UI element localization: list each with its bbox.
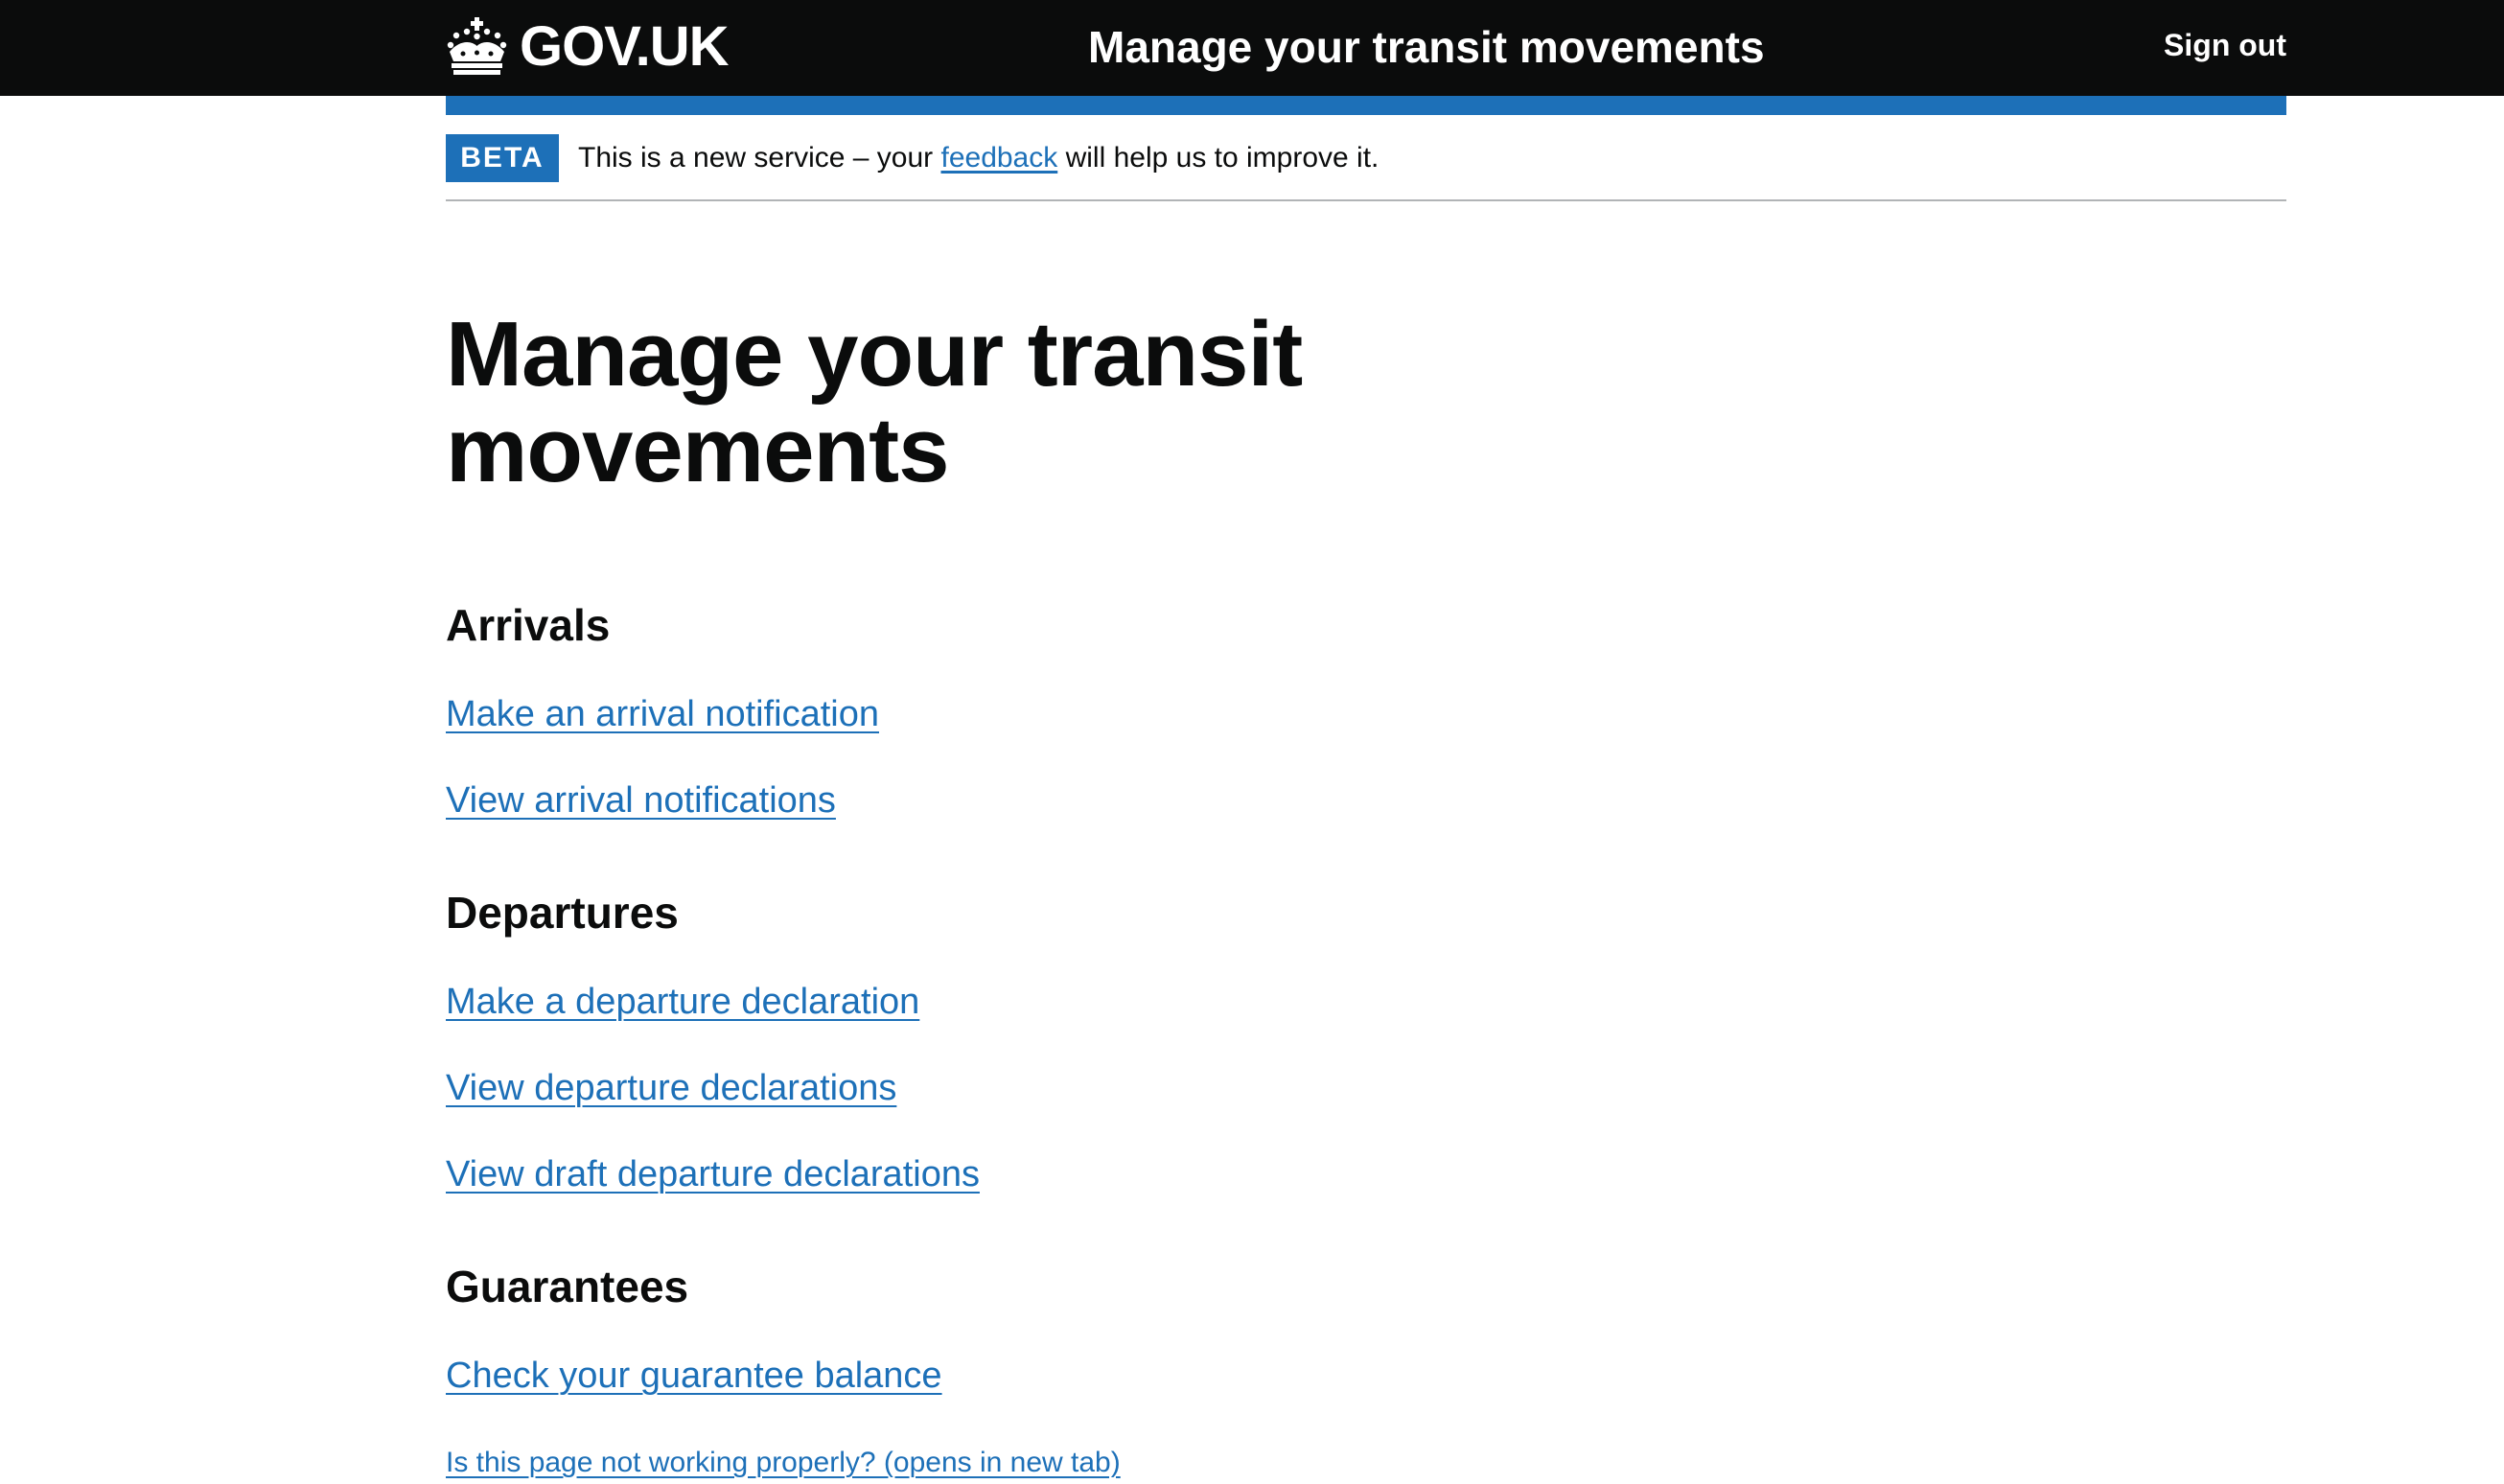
beta-tag: BETA bbox=[446, 134, 559, 182]
phase-text-before: This is a new service – your bbox=[578, 142, 934, 174]
header-blue-bar bbox=[446, 96, 2286, 115]
logo-text: GOV.UK bbox=[520, 15, 729, 78]
departures-heading: Departures bbox=[446, 888, 679, 938]
crown-icon bbox=[446, 17, 508, 77]
site-header: GOV.UK Manage your transit movements Sig… bbox=[0, 0, 2504, 96]
check-guarantee-balance-link[interactable]: Check your guarantee balance bbox=[446, 1355, 942, 1399]
page: GOV.UK Manage your transit movements Sig… bbox=[0, 0, 2504, 1484]
view-draft-departure-declarations-link[interactable]: View draft departure declarations bbox=[446, 1153, 980, 1197]
make-departure-declaration-link[interactable]: Make a departure declaration bbox=[446, 981, 919, 1025]
arrivals-heading: Arrivals bbox=[446, 600, 611, 650]
govuk-logo-link[interactable]: GOV.UK bbox=[446, 10, 729, 84]
main-content: Manage your transit movements Arrivals M… bbox=[446, 303, 1788, 1479]
make-arrival-notification-link[interactable]: Make an arrival notification bbox=[446, 693, 879, 737]
phase-banner: BETA This is a new service – your feedba… bbox=[446, 134, 2286, 201]
service-name-link[interactable]: Manage your transit movements bbox=[1088, 21, 1765, 74]
guarantees-heading: Guarantees bbox=[446, 1262, 689, 1311]
phase-text-after: will help us to improve it. bbox=[1065, 142, 1380, 174]
header-container: GOV.UK Manage your transit movements Sig… bbox=[446, 0, 2286, 96]
page-title: Manage your transit movements bbox=[446, 303, 1303, 501]
sign-out-link[interactable]: Sign out bbox=[2164, 27, 2286, 63]
feedback-link[interactable]: feedback bbox=[940, 142, 1057, 174]
view-departure-declarations-link[interactable]: View departure declarations bbox=[446, 1067, 896, 1111]
report-problem-link[interactable]: Is this page not working properly? (open… bbox=[446, 1446, 1121, 1480]
view-arrival-notifications-link[interactable]: View arrival notifications bbox=[446, 779, 836, 823]
phase-banner-text: This is a new service – your feedback wi… bbox=[578, 138, 1379, 178]
